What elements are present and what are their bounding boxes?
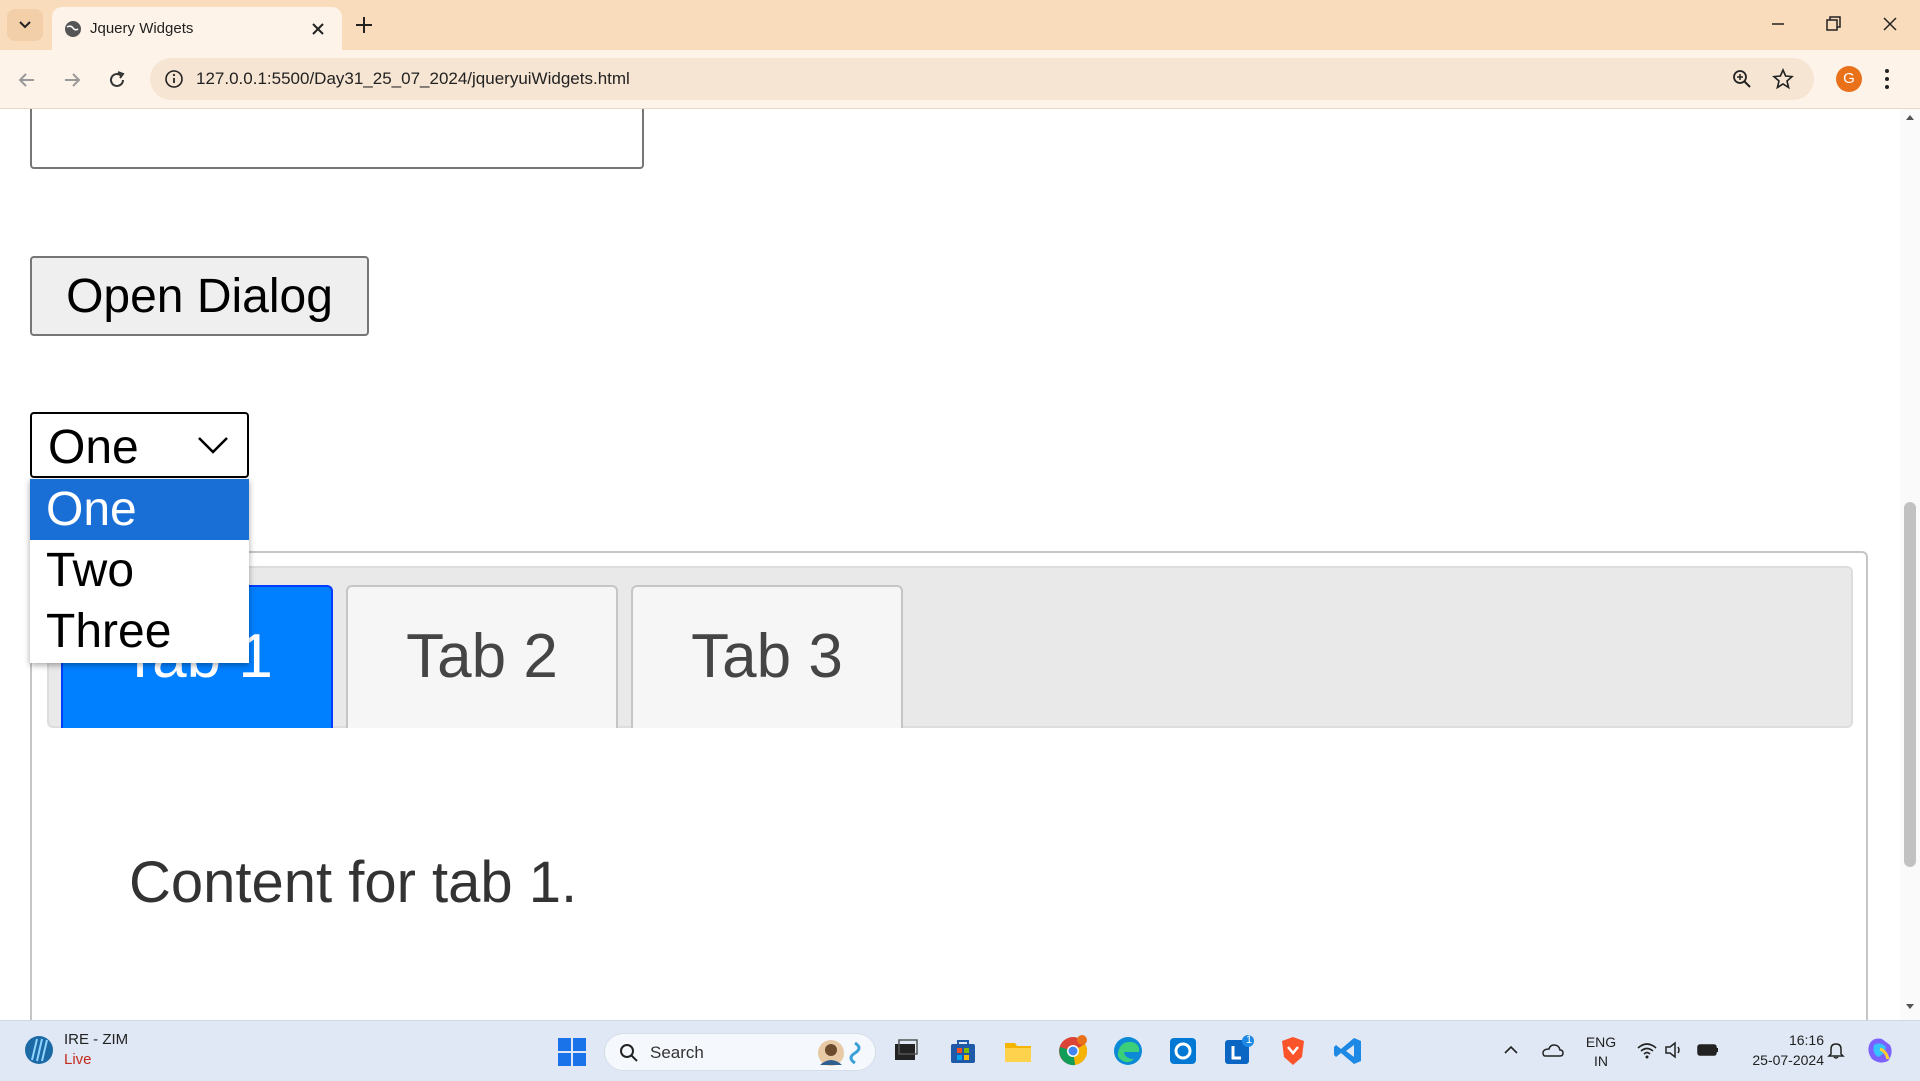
volume-icon[interactable] xyxy=(1664,1041,1684,1059)
open-dialog-button[interactable]: Open Dialog xyxy=(30,256,369,336)
tab-search-button[interactable] xyxy=(7,9,43,41)
widget-title[interactable]: IRE - ZIM xyxy=(64,1031,128,1048)
search-icon xyxy=(620,1044,638,1062)
file-explorer-icon[interactable] xyxy=(1002,1035,1034,1067)
chevron-down-icon xyxy=(19,21,31,29)
vscode-icon[interactable] xyxy=(1332,1035,1364,1067)
select-options-list: One Two Three xyxy=(30,479,249,663)
windows-taskbar: IRE - ZIM Live Search 1 ENG IN 16:16 25-… xyxy=(0,1020,1920,1081)
address-bar[interactable]: 127.0.0.1:5500/Day31_25_07_2024/jqueryui… xyxy=(150,58,1814,100)
scroll-down-icon[interactable] xyxy=(1905,1003,1915,1011)
chevron-up-icon[interactable] xyxy=(1502,1041,1520,1059)
close-icon[interactable] xyxy=(308,19,328,39)
globe-icon xyxy=(65,21,81,37)
back-icon[interactable] xyxy=(16,69,38,91)
microsoft-store-icon[interactable] xyxy=(947,1035,979,1067)
tabs-nav: Tab 1 Tab 2 Tab 3 xyxy=(47,566,1853,728)
browser-tab-strip: Jquery Widgets xyxy=(0,0,1920,50)
select-option-two[interactable]: Two xyxy=(30,540,249,601)
battery-icon[interactable] xyxy=(1696,1041,1720,1059)
task-view-icon[interactable] xyxy=(890,1035,922,1067)
window-close-icon[interactable] xyxy=(1880,14,1900,34)
taskbar-search-box[interactable]: Search xyxy=(604,1033,876,1071)
restore-icon[interactable] xyxy=(1823,14,1843,34)
language-indicator-bottom[interactable]: IN xyxy=(1584,1053,1618,1069)
profile-avatar[interactable]: G xyxy=(1836,66,1862,92)
brave-icon[interactable] xyxy=(1277,1035,1309,1067)
language-indicator-top[interactable]: ENG xyxy=(1584,1034,1618,1050)
url-text: 127.0.0.1:5500/Day31_25_07_2024/jqueryui… xyxy=(196,69,630,88)
chevron-down-icon xyxy=(198,437,228,454)
select-dropdown[interactable]: One xyxy=(30,412,249,478)
text-input-field[interactable] xyxy=(30,109,644,169)
notification-badge-count: 1 xyxy=(1245,1034,1253,1046)
browser-toolbar: 127.0.0.1:5500/Day31_25_07_2024/jqueryui… xyxy=(0,50,1920,109)
notification-bell-icon[interactable] xyxy=(1826,1040,1846,1060)
cortana-app-icon[interactable] xyxy=(1167,1035,1199,1067)
browser-tab-active[interactable]: Jquery Widgets xyxy=(52,7,342,50)
clock-time[interactable]: 16:16 xyxy=(1734,1032,1824,1048)
new-tab-icon[interactable] xyxy=(352,13,376,37)
copilot-icon[interactable] xyxy=(1864,1035,1896,1067)
zoom-icon[interactable] xyxy=(1732,69,1752,89)
clock-date[interactable]: 25-07-2024 xyxy=(1734,1052,1824,1068)
edge-icon[interactable] xyxy=(1112,1035,1144,1067)
select-option-three[interactable]: Three xyxy=(30,601,249,662)
page-scrollbar[interactable] xyxy=(1900,109,1920,1020)
search-highlight-icon xyxy=(818,1040,861,1066)
tab-2[interactable]: Tab 2 xyxy=(346,585,618,728)
page-viewport: Open Dialog One Tab 1 Tab 2 Tab 3 Conten… xyxy=(0,109,1900,1020)
bookmark-star-icon[interactable] xyxy=(1772,68,1794,90)
tab-panel-content: Content for tab 1. xyxy=(129,850,578,915)
windows-start-icon[interactable] xyxy=(557,1037,587,1067)
scrollbar-thumb[interactable] xyxy=(1904,502,1916,867)
reload-icon[interactable] xyxy=(106,69,128,91)
chrome-icon[interactable] xyxy=(1057,1035,1089,1067)
taskbar-search-label: Search xyxy=(650,1043,704,1062)
wifi-icon[interactable] xyxy=(1636,1041,1658,1059)
tabs-widget: Tab 1 Tab 2 Tab 3 Content for tab 1. xyxy=(30,551,1868,1020)
select-option-one[interactable]: One xyxy=(30,479,249,540)
widget-status[interactable]: Live xyxy=(64,1051,92,1068)
select-current-value: One xyxy=(48,421,139,474)
site-info-icon[interactable] xyxy=(164,69,184,89)
cricket-widget-icon[interactable] xyxy=(24,1033,54,1067)
menu-kebab-icon[interactable] xyxy=(1883,67,1891,91)
browser-tab-title: Jquery Widgets xyxy=(90,20,194,37)
scroll-up-icon[interactable] xyxy=(1905,113,1915,121)
tab-3[interactable]: Tab 3 xyxy=(631,585,903,728)
forward-icon[interactable] xyxy=(61,69,83,91)
onedrive-icon[interactable] xyxy=(1540,1041,1564,1059)
minimize-icon[interactable] xyxy=(1768,14,1788,34)
